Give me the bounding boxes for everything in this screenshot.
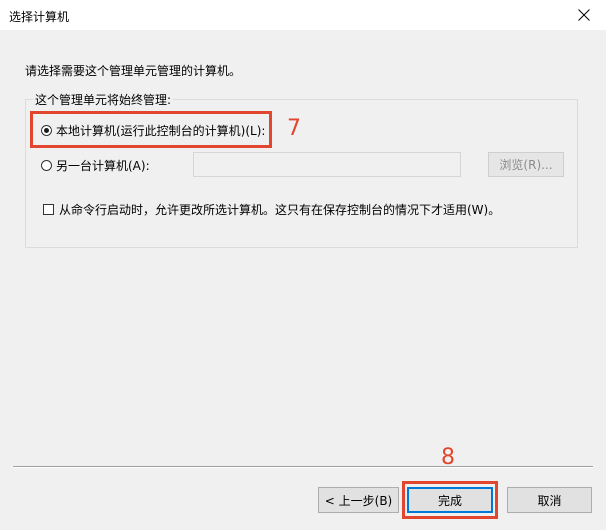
dialog-prompt: 请选择需要这个管理单元管理的计算机。 bbox=[25, 64, 242, 78]
remote-computer-input[interactable] bbox=[193, 152, 461, 177]
remote-computer-radio[interactable] bbox=[41, 160, 52, 171]
allow-change-option[interactable]: 从命令行启动时，允许更改所选计算机。这只有在保存控制台的情况下才适用(W)。 bbox=[43, 201, 500, 218]
allow-change-label: 从命令行启动时，允许更改所选计算机。这只有在保存控制台的情况下才适用(W)。 bbox=[59, 203, 501, 217]
allow-change-checkbox[interactable] bbox=[43, 204, 54, 215]
cancel-button[interactable]: 取消 bbox=[507, 487, 592, 513]
title-bar: 选择计算机 bbox=[0, 0, 606, 30]
browse-button[interactable]: 浏览(R)... bbox=[488, 152, 564, 177]
close-icon bbox=[578, 9, 590, 21]
button-separator bbox=[13, 466, 593, 467]
window-title: 选择计算机 bbox=[9, 10, 70, 24]
group-legend: 这个管理单元将始终管理: bbox=[33, 91, 174, 108]
annotation-box-7 bbox=[30, 111, 272, 148]
annotation-number-7: 7 bbox=[287, 116, 301, 141]
close-button[interactable] bbox=[562, 0, 606, 30]
remote-computer-option[interactable]: 另一台计算机(A): bbox=[41, 157, 150, 174]
annotation-number-8: 8 bbox=[441, 445, 455, 470]
remote-computer-label: 另一台计算机(A): bbox=[56, 159, 150, 173]
back-button[interactable]: < 上一步(B) bbox=[318, 487, 399, 513]
finish-button[interactable]: 完成 bbox=[407, 487, 493, 513]
